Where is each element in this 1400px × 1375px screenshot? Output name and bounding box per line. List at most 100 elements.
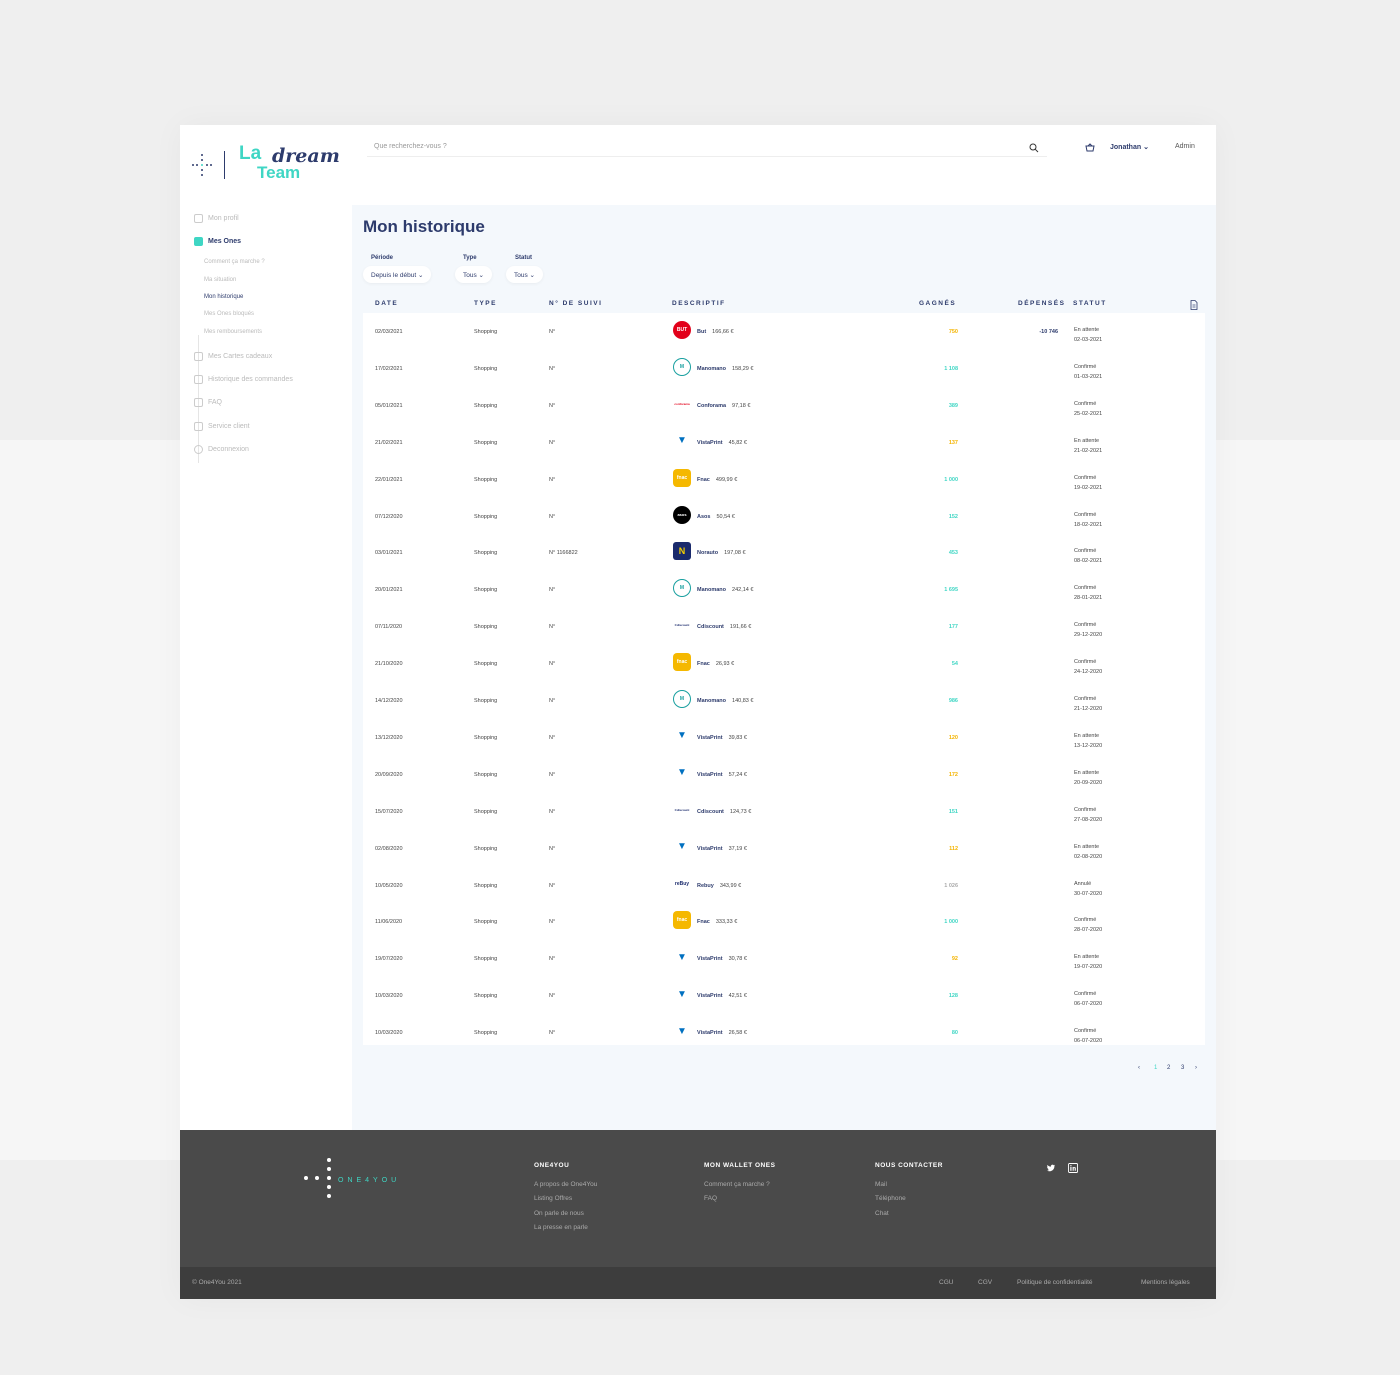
filter-statut-select[interactable]: Tous ⌄: [506, 266, 543, 283]
sidebar-item-faq[interactable]: FAQ: [194, 398, 222, 407]
sidebar-item-mes-ones[interactable]: Mes Ones: [194, 237, 241, 246]
subitem-historique[interactable]: Mon historique: [204, 294, 243, 300]
search-bar[interactable]: Que recherchez-vous ?: [367, 137, 1047, 157]
merchant-name: Asos: [697, 513, 711, 520]
footer-link[interactable]: A propos de One4You: [534, 1181, 597, 1188]
twitter-icon[interactable]: [1046, 1163, 1056, 1173]
user-menu[interactable]: Jonathan ⌄: [1110, 143, 1149, 151]
basket-icon[interactable]: [1085, 143, 1095, 152]
cell-type: Shopping: [474, 439, 498, 446]
pagination-page-1[interactable]: 1: [1154, 1065, 1157, 1071]
col-header-suivi[interactable]: N° DE SUIVI: [549, 300, 602, 307]
cell-date: 21/10/2020: [375, 661, 403, 668]
pagination-next[interactable]: ›: [1195, 1065, 1197, 1071]
table-row[interactable]: 17/02/2021 Shopping N° M Manomano 158,29 € 1 1…: [363, 350, 1205, 387]
table-row[interactable]: 15/07/2020 Shopping N° Cdiscount Cdiscount 12…: [363, 793, 1205, 830]
table-row[interactable]: 07/12/2020 Shopping N° asos Asos 50,54 € 152 Co…: [363, 498, 1205, 535]
site-logo[interactable]: La dream Team: [192, 143, 340, 185]
cell-suivi: N°: [549, 734, 556, 741]
cell-suivi: N°: [549, 1030, 556, 1037]
cell-gagnes: 80: [951, 1030, 958, 1037]
search-icon[interactable]: [1029, 143, 1039, 153]
footer-link[interactable]: Comment ça marche ?: [704, 1181, 770, 1188]
legal-link-cgu[interactable]: CGU: [939, 1279, 953, 1286]
cell-suivi: N°: [549, 771, 556, 778]
pagination-page-2[interactable]: 2: [1167, 1065, 1170, 1071]
table-row[interactable]: 20/09/2020 Shopping N° ▼ VistaPrint 57,24 € 17…: [363, 756, 1205, 793]
sidebar-item-service[interactable]: Service client: [194, 422, 250, 431]
cell-statut: En attente 02-08-2020: [1074, 842, 1102, 862]
footer-link[interactable]: Listing Offres: [534, 1195, 572, 1202]
table-row[interactable]: 20/01/2021 Shopping N° M Manomano 242,14 € 1 6…: [363, 571, 1205, 608]
cell-date: 11/06/2020: [375, 919, 403, 926]
table-row[interactable]: 10/05/2020 Shopping N° reBuy Rebuy 343,99 € 1 …: [363, 867, 1205, 904]
footer-link[interactable]: Chat: [875, 1210, 889, 1217]
subitem-comment[interactable]: Comment ça marche ?: [204, 259, 265, 265]
subitem-bloques[interactable]: Mes Ones bloqués: [204, 311, 254, 317]
cell-descriptif: Cdiscount 124,73 €: [697, 809, 751, 815]
cell-type: Shopping: [474, 476, 498, 483]
filter-type-select[interactable]: Tous ⌄: [455, 266, 492, 283]
footer-link[interactable]: Mail: [875, 1181, 887, 1188]
export-document-icon[interactable]: [1190, 300, 1198, 310]
table-row[interactable]: 14/12/2020 Shopping N° M Manomano 140,83 € 986…: [363, 682, 1205, 719]
merchant-amount: 140,83 €: [732, 698, 754, 704]
search-input[interactable]: Que recherchez-vous ?: [374, 143, 447, 150]
table-row[interactable]: 21/02/2021 Shopping N° ▼ VistaPrint 45,82 € 13…: [363, 424, 1205, 461]
cell-descriptif: Cdiscount 191,66 €: [697, 624, 751, 630]
table-row[interactable]: 07/11/2020 Shopping N° Cdiscount Cdiscount 19…: [363, 608, 1205, 645]
table-row[interactable]: 21/10/2020 Shopping N° fnac Fnac 26,93 € 54 Con…: [363, 645, 1205, 682]
status-date: 19-07-2020: [1074, 964, 1103, 971]
footer-link[interactable]: FAQ: [704, 1195, 717, 1202]
status-date: 28-01-2021: [1074, 595, 1103, 602]
col-header-type[interactable]: TYPE: [474, 300, 497, 307]
merchant-amount: 37,19 €: [728, 845, 747, 852]
cell-type: Shopping: [474, 513, 498, 520]
table-row[interactable]: 10/03/2020 Shopping N° ▼ VistaPrint 42,51 € 12…: [363, 977, 1205, 1014]
col-header-statut[interactable]: STATUT: [1073, 300, 1107, 307]
pagination-prev[interactable]: ‹: [1138, 1065, 1140, 1071]
status-label: En attente: [1074, 843, 1100, 850]
table-row[interactable]: 11/06/2020 Shopping N° fnac Fnac 333,33 € 1 00…: [363, 903, 1205, 940]
merchant-name: VistaPrint: [697, 956, 723, 963]
table-row[interactable]: 02/03/2021 Shopping N° BUT But 166,66 € 750 -10…: [363, 313, 1205, 350]
table-row[interactable]: 03/01/2021 Shopping N° 1166822 N Norauto 197,…: [363, 534, 1205, 571]
col-header-descriptif[interactable]: DESCRIPTIF: [672, 300, 726, 307]
linkedin-icon[interactable]: [1068, 1163, 1078, 1173]
table-row[interactable]: 10/03/2020 Shopping N° ▼ VistaPrint 26,58 € 80…: [363, 1014, 1205, 1051]
subitem-situation[interactable]: Ma situation: [204, 277, 236, 283]
sidebar-item-profile[interactable]: Mon profil: [194, 214, 239, 223]
cell-suivi: N°: [549, 993, 556, 1000]
footer-link[interactable]: Téléphone: [875, 1195, 906, 1202]
admin-link[interactable]: Admin: [1175, 143, 1195, 150]
footer-link[interactable]: La presse en parle: [534, 1224, 588, 1231]
cell-type: Shopping: [474, 550, 498, 557]
merchant-logo-icon: ▼: [673, 431, 691, 450]
sidebar-item-commandes[interactable]: Historique des commandes: [194, 375, 293, 384]
footer-link[interactable]: On parle de nous: [534, 1210, 584, 1217]
filter-periode-select[interactable]: Depuis le début ⌄: [363, 266, 432, 283]
subitem-remboursements[interactable]: Mes remboursements: [204, 329, 262, 335]
table-row[interactable]: 02/08/2020 Shopping N° ▼ VistaPrint 37,19 € 11…: [363, 830, 1205, 867]
merchant-amount: 42,51 €: [728, 993, 747, 1000]
legal-link-mentions[interactable]: Mentions légales: [1141, 1279, 1190, 1286]
col-header-depenses[interactable]: DÉPENSÉS: [1018, 300, 1065, 307]
merchant-amount: 158,29 €: [732, 365, 754, 372]
merchant-amount: 26,93 €: [715, 661, 735, 668]
sidebar-item-deconnexion[interactable]: Deconnexion: [194, 445, 249, 454]
status-date: 30-07-2020: [1074, 890, 1103, 897]
sidebar-item-cartes[interactable]: Mes Cartes cadeaux: [194, 352, 272, 361]
table-row[interactable]: 19/07/2020 Shopping N° ▼ VistaPrint 30,78 € 92…: [363, 940, 1205, 977]
table-row[interactable]: 22/01/2021 Shopping N° fnac Fnac 499,99 € 1 00…: [363, 461, 1205, 498]
cell-descriptif: VistaPrint 37,19 €: [697, 846, 747, 852]
table-row[interactable]: 13/12/2020 Shopping N° ▼ VistaPrint 39,83 € 12…: [363, 719, 1205, 756]
col-header-date[interactable]: DATE: [375, 300, 398, 307]
legal-link-privacy[interactable]: Politique de confidentialité: [1017, 1279, 1093, 1286]
cell-statut: Confirmé 25-02-2021: [1074, 399, 1102, 419]
merchant-amount: 97,18 €: [732, 402, 751, 409]
pagination-page-3[interactable]: 3: [1181, 1065, 1184, 1071]
legal-link-cgv[interactable]: CGV: [978, 1279, 992, 1286]
table-row[interactable]: 05/01/2021 Shopping N° conforama Conforama 97…: [363, 387, 1205, 424]
col-header-gagnes[interactable]: GAGNÉS: [919, 300, 956, 307]
sidebar-item-label: Deconnexion: [208, 446, 249, 453]
